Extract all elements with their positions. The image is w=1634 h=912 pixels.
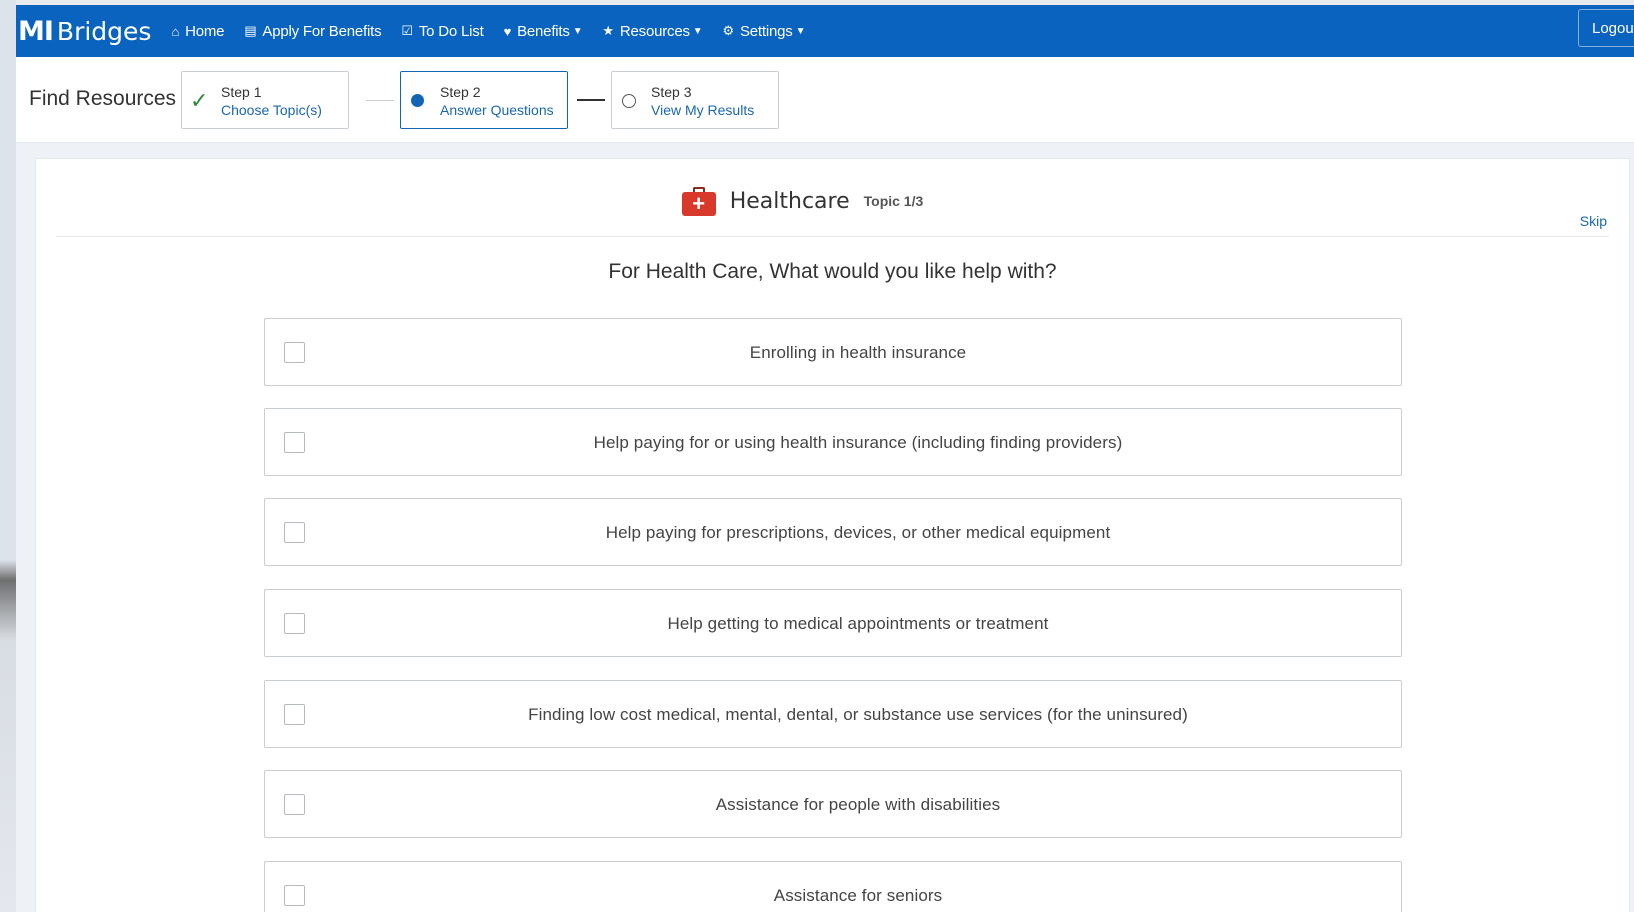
nav-settings[interactable]: ⚙ Settings ▼ [722, 23, 805, 40]
nav-apply-for-benefits[interactable]: ▤ Apply For Benefits [244, 23, 381, 40]
nav-resources[interactable]: ★ Resources ▼ [602, 23, 702, 40]
option-medical-transportation[interactable]: Help getting to medical appointments or … [264, 589, 1402, 657]
option-label: Enrolling in health insurance [749, 343, 967, 362]
nav-settings-label: Settings [739, 22, 793, 40]
topic-title: Healthcare [729, 188, 850, 214]
nav-apply-label: Apply For Benefits [262, 22, 382, 40]
logo-mark: MI [18, 15, 54, 47]
step-3-view-results[interactable]: Step 3 View My Results [611, 71, 779, 129]
checkbox[interactable] [284, 794, 305, 815]
nav-todo-label: To Do List [418, 22, 484, 40]
checkbox[interactable] [284, 522, 305, 543]
checkbox[interactable] [284, 704, 305, 725]
current-step-dot-icon [411, 94, 424, 107]
nav-benefits-label: Benefits [517, 22, 570, 40]
star-icon: ★ [602, 23, 614, 38]
option-paying-using-insurance[interactable]: Help paying for or using health insuranc… [264, 408, 1402, 476]
checklist-icon: ☑ [401, 23, 413, 38]
step-label: Step 2 [440, 84, 481, 100]
nav-to-do-list[interactable]: ☑ To Do List [401, 23, 483, 40]
option-label: Help paying for prescriptions, devices, … [605, 523, 1111, 542]
nav-resources-label: Resources [619, 22, 690, 40]
page-title: Find Resources [29, 87, 177, 110]
medical-kit-icon: + [681, 187, 716, 216]
heart-icon: ♥ [503, 23, 512, 39]
background-window-edge [0, 0, 16, 912]
topic-header: + Healthcare Topic 1/3 [36, 181, 1629, 221]
logout-button[interactable]: Logout [1578, 9, 1634, 47]
question-heading: For Health Care, What would you like hel… [608, 260, 1057, 283]
chevron-down-icon: ▼ [572, 25, 583, 37]
pending-step-circle-icon [622, 94, 636, 108]
option-enrolling-health-insurance[interactable]: Enrolling in health insurance [264, 318, 1402, 386]
step-sublabel: Choose Topic(s) [221, 102, 322, 118]
step-connector [577, 99, 605, 101]
document-icon: ▤ [244, 23, 257, 38]
step-1-choose-topics[interactable]: ✓ Step 1 Choose Topic(s) [181, 71, 349, 129]
checkbox[interactable] [284, 342, 305, 363]
logo-text: Bridges [56, 16, 152, 46]
divider [56, 236, 1609, 237]
step-connector [366, 100, 394, 101]
top-navbar: MI Bridges ⌂ Home ▤ Apply For Benefits ☑… [16, 5, 1634, 57]
checkmark-icon: ✓ [190, 88, 209, 113]
option-low-cost-services[interactable]: Finding low cost medical, mental, dental… [264, 680, 1402, 748]
home-icon: ⌂ [171, 23, 180, 39]
option-disabilities-assistance[interactable]: Assistance for people with disabilities [264, 770, 1402, 838]
option-label: Assistance for people with disabilities [715, 795, 1001, 814]
gear-icon: ⚙ [722, 23, 734, 38]
step-label: Step 3 [651, 84, 692, 100]
step-label: Step 1 [221, 84, 262, 100]
mi-bridges-logo[interactable]: MI Bridges [18, 16, 151, 47]
topic-counter: Topic 1/3 [863, 193, 924, 209]
option-seniors-assistance[interactable]: Assistance for seniors [264, 861, 1402, 912]
nav-home-label: Home [185, 22, 225, 40]
chevron-down-icon: ▼ [692, 25, 703, 37]
option-label: Help getting to medical appointments or … [667, 614, 1049, 633]
step-sublabel: Answer Questions [440, 102, 554, 118]
checkbox[interactable] [284, 885, 305, 906]
checkbox[interactable] [284, 613, 305, 634]
option-label: Help paying for or using health insuranc… [593, 433, 1123, 452]
option-prescriptions-equipment[interactable]: Help paying for prescriptions, devices, … [264, 498, 1402, 566]
step-2-answer-questions[interactable]: Step 2 Answer Questions [400, 71, 568, 129]
skip-link[interactable]: Skip [1580, 213, 1607, 229]
option-label: Assistance for seniors [773, 886, 943, 905]
question-card: + Healthcare Topic 1/3 Skip For Health C… [35, 158, 1630, 912]
option-label: Finding low cost medical, mental, dental… [528, 705, 1188, 724]
step-progress-bar: Find Resources ✓ Step 1 Choose Topic(s) … [16, 57, 1634, 143]
nav-benefits[interactable]: ♥ Benefits ▼ [504, 23, 583, 40]
step-sublabel: View My Results [651, 102, 755, 118]
checkbox[interactable] [284, 432, 305, 453]
nav-home[interactable]: ⌂ Home [171, 23, 224, 40]
chevron-down-icon: ▼ [795, 25, 806, 37]
